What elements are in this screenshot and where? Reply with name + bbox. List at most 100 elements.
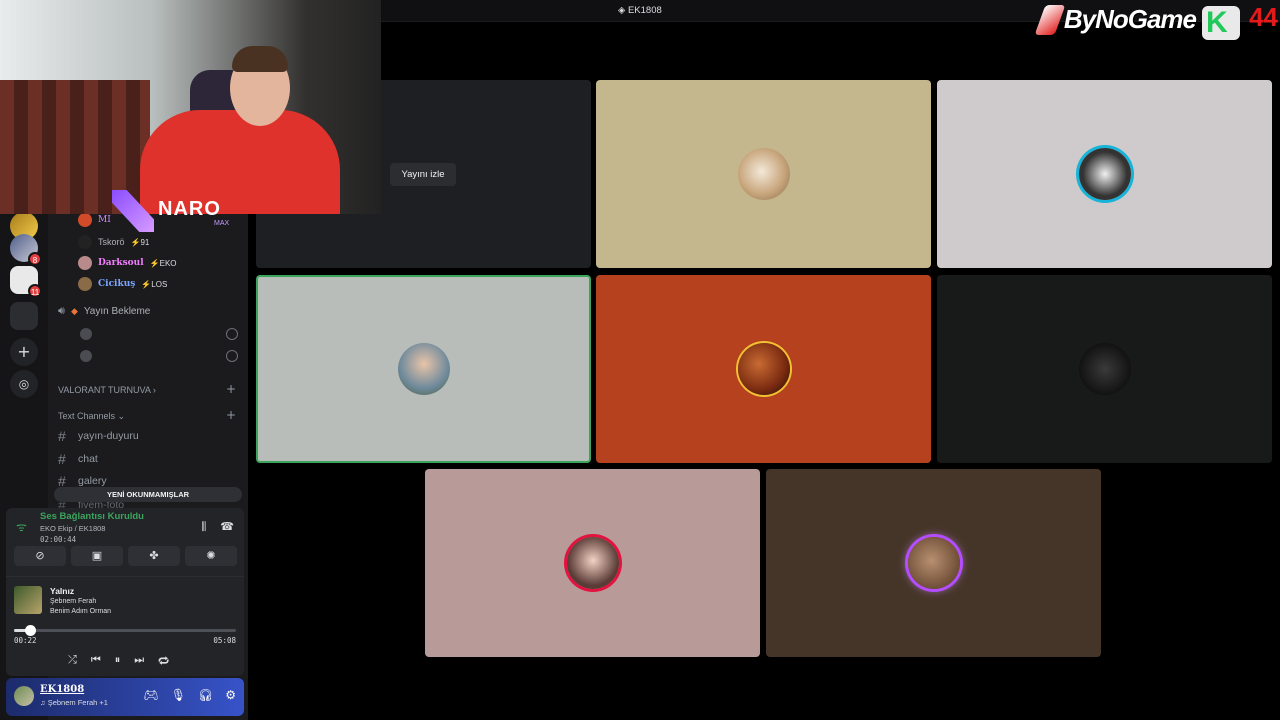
server-folder-icon[interactable] [10,302,38,330]
text-channel-label: yayın-duyuru [78,430,139,442]
gamepad-icon[interactable]: 🎮︎ [144,688,159,702]
participant-tile[interactable] [425,469,760,657]
noise-suppression-icon[interactable]: ⫼ [201,520,206,534]
progress-knob[interactable] [24,625,36,636]
diamond-icon: ◆ [70,306,78,316]
screen-share-button[interactable]: ▣ [71,546,123,566]
add-channel-icon[interactable]: + [226,408,236,422]
track-duration: 05:08 [213,636,236,645]
watch-stream-button[interactable]: Yayını izle [390,163,456,186]
voice-connection-panel: ᯤ Ses Bağlantısı Kuruldu EKO Ekip / EK18… [6,508,244,676]
naro-mark-icon [112,190,154,232]
k-logo: K [1202,6,1240,40]
track-artist[interactable]: Şebnem Ferah [50,598,96,605]
user-avatar [907,537,960,589]
voice-channel-yayin-bekleme[interactable]: 🔊︎ ◆ Yayın Bekleme [58,305,150,318]
next-icon[interactable]: ⏭ [134,653,144,669]
text-channel-label: chat [78,453,98,465]
music-player: Yalnız Şebnem Ferah Benim Adım Orman 00:… [6,576,244,676]
disconnect-icon[interactable]: ☎ [220,520,234,534]
user-avatar [566,537,619,589]
add-channel-icon[interactable]: + [226,382,236,396]
naro-logo-text: NARO [158,198,221,220]
avatar[interactable] [14,686,34,706]
track-title[interactable]: Yalnız [50,586,74,596]
voice-user-name: Darksoul [98,258,144,268]
user-panel: EK1808 ♫ Şebnem Ferah +1 🎮︎ 🎙︎ 🎧︎ ⚙ [6,678,244,716]
server-icon[interactable]: 8 [10,234,42,266]
pause-icon[interactable]: ⏸ [115,653,121,669]
add-server-icon[interactable]: + [10,338,38,366]
camera-off-button[interactable]: ⊘ [14,546,66,566]
text-channel-yayin-duyuru[interactable]: # yayın-duyuru [58,428,139,444]
explore-icon[interactable]: ◎ [10,370,38,398]
mention-badge: 11 [28,284,42,298]
user-avatar [1078,343,1131,395]
channel-title: ◈ EK1808 [618,5,662,16]
voice-user[interactable]: Tskorö ⚡91 [78,233,149,251]
muted-icon [226,328,238,340]
text-channel-label: galery [78,475,107,487]
brand-text: ByNoGame [1063,4,1197,34]
user-activity: ♫ Şebnem Ferah +1 [40,698,108,707]
voice-channel-path[interactable]: EKO Ekip / EK1808 [40,524,105,533]
user-tag: ⚡EKO [149,258,177,268]
soundboard-button[interactable]: ✺ [185,546,237,566]
user-avatar [78,277,92,291]
participant-tile[interactable] [937,80,1272,268]
text-channel-chat[interactable]: # chat [58,451,98,467]
user-avatar [78,235,92,249]
voice-user-name: Tskorö [98,237,125,247]
k-letter: K [1206,6,1228,39]
voice-elapsed-time: 02:00:44 [40,535,77,544]
shuffle-icon[interactable]: ⤮ [68,653,77,669]
voice-user-name: MI [98,215,111,225]
server-icon[interactable]: 11 [10,266,42,298]
bynogame-logo: ByNoGame [1034,4,1197,35]
username[interactable]: EK1808 [40,684,84,695]
new-unreads-pill[interactable]: YENİ OKUNMAMIŞLAR [54,487,242,502]
participant-tile-selected[interactable] [256,275,591,463]
hash-icon: # [58,428,66,444]
settings-gear-icon[interactable]: ⚙ [225,688,236,702]
muted-icon [226,350,238,362]
user-avatar [78,213,92,227]
waiting-user-avatar[interactable] [80,350,92,362]
user-avatar [78,256,92,270]
activities-button[interactable]: ✤ [128,546,180,566]
voice-user-name: Cicikuş [98,279,136,289]
naro-logo-sub: MAX [214,220,230,227]
speaker-icon: 🔊︎ [58,305,65,317]
hash-icon: # [58,451,66,467]
repeat-icon[interactable]: 🔁︎ [158,653,169,669]
voice-user[interactable]: Cicikuş ⚡LOS [78,275,167,293]
pen-icon [1034,4,1066,35]
cat-avatar [737,148,790,200]
voice-status[interactable]: Ses Bağlantısı Kuruldu [40,511,144,522]
track-album[interactable]: Benim Adım Orman [50,608,111,615]
participant-tile[interactable] [596,275,931,463]
voice-user[interactable]: Darksoul ⚡EKO [78,254,177,272]
voice-channel-label: Yayın Bekleme [83,306,151,317]
app-root: ◈ EK1808 Yayını izle 8 11 + ◎ MI Tskorö … [0,0,1280,720]
streamer-webcam [0,0,381,214]
voice-stage: ◈ EK1808 Yayını izle [248,0,1280,720]
current-time: 00:22 [14,636,37,645]
user-tag: ⚡91 [130,237,150,247]
participant-tile[interactable] [766,469,1101,657]
participant-tile[interactable] [937,275,1272,463]
category-valorant-turnuva[interactable]: VALORANT TURNUVA › [58,385,156,395]
channel-title-text: EK1808 [627,5,662,16]
participant-tile[interactable] [596,80,931,268]
progress-track[interactable] [14,625,236,636]
headphones-icon[interactable]: 🎧︎ [198,688,213,702]
naro-logo: NARO MAX [112,190,242,232]
previous-icon[interactable]: ⏮ [91,653,101,669]
user-tag: ⚡LOS [141,279,168,289]
signal-icon[interactable]: ᯤ [16,518,27,535]
planet-avatar [737,343,790,395]
waiting-user-avatar[interactable] [80,328,92,340]
microphone-icon[interactable]: 🎙︎ [171,688,186,702]
album-cover[interactable] [14,586,42,614]
category-text-channels[interactable]: Text Channels ⌄ [58,411,125,422]
